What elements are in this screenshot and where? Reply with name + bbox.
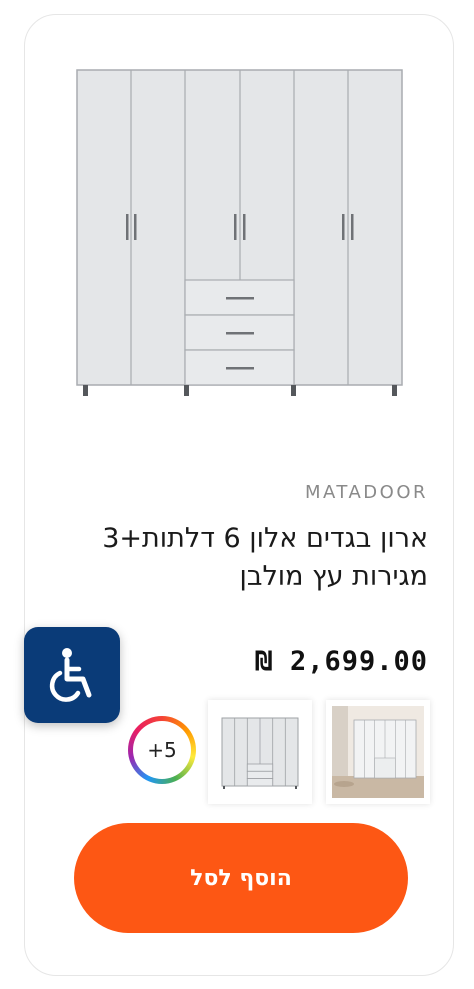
- product-price: 2,699.00 ₪: [255, 646, 428, 677]
- brand-name[interactable]: MATADOOR: [305, 482, 428, 503]
- product-title[interactable]: ארון בגדים אלון 6 דלתות+3 מגירות עץ מולב…: [68, 520, 428, 596]
- thumbnail-wardrobe-room[interactable]: [326, 700, 430, 804]
- accessibility-button[interactable]: [24, 627, 120, 723]
- thumbnail-wardrobe-product[interactable]: [208, 700, 312, 804]
- more-images-badge[interactable]: +5: [128, 716, 196, 784]
- thumbnail-image: [332, 706, 424, 798]
- more-images-count: +5: [133, 721, 191, 779]
- add-to-cart-button[interactable]: הוסף לסל: [74, 823, 408, 933]
- product-image[interactable]: [74, 64, 408, 404]
- wheelchair-icon: [49, 648, 92, 702]
- thumbnail-image: [221, 717, 299, 789]
